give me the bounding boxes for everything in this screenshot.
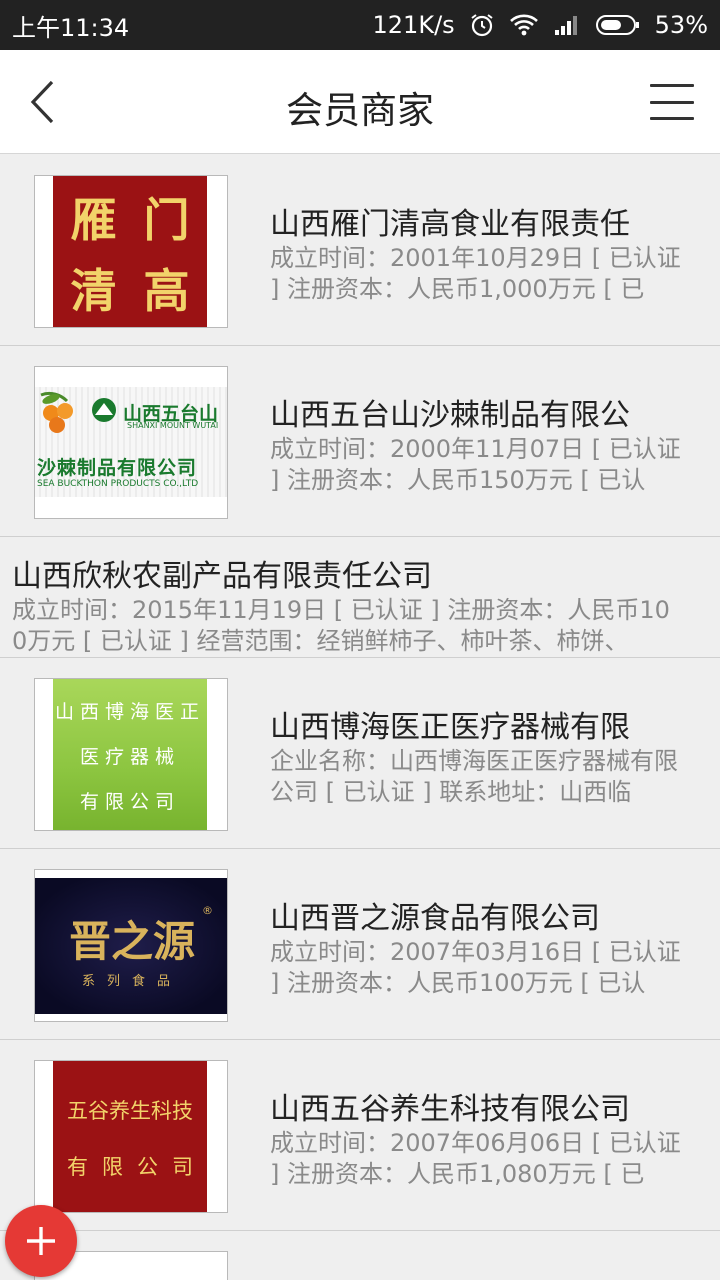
wutai-logo: 山西五台山 SHANXI MOUNT WUTAI 沙棘制品有限公司 SEA BU… <box>35 387 227 497</box>
merchant-logo: 雁 门 清 高 <box>34 175 228 328</box>
merchant-desc: 成立时间：2015年11月19日 [ 已认证 ] 注册资本：人民币100万元 [… <box>12 596 670 655</box>
page-title: 会员商家 <box>286 89 434 132</box>
merchant-name: 山西五台山沙棘制品有限公 <box>270 398 630 433</box>
hamburger-icon-bar <box>650 84 694 87</box>
fruit-icon <box>40 391 73 433</box>
bohai-logo: 山西博海医正 医疗器械 有限公司 <box>53 679 207 830</box>
merchant-list: 雁 门 清 高 山西雁门清高食业有限责任 成立时间：2001年10月29日 [ … <box>0 155 720 1280</box>
yanmen-logo: 雁 门 清 高 <box>53 176 207 327</box>
merchant-desc: 成立时间：2007年03月16日 [ 已认证 ] 注册资本：人民币100万元 [… <box>270 938 681 997</box>
status-time: 上午11:34 <box>12 13 130 42</box>
merchant-logo: 山西博海医正 医疗器械 有限公司 <box>34 678 228 831</box>
hamburger-icon-bar <box>650 117 694 120</box>
merchant-item[interactable]: 晋之源 ® 系列食品 山西晋之源食品有限公司 成立时间：2007年03月16日 … <box>0 849 720 1040</box>
battery-percent: 53% <box>654 11 708 39</box>
merchant-item-partial[interactable] <box>0 1231 720 1280</box>
merchant-item[interactable]: 山西博海医正 医疗器械 有限公司 山西博海医正医疗器械有限 企业名称：山西博海医… <box>0 658 720 849</box>
merchant-desc: 企业名称：山西博海医正医疗器械有限公司 [ 已认证 ] 联系地址：山西临 <box>270 747 678 806</box>
merchant-name: 山西欣秋农副产品有限责任公司 <box>12 559 432 594</box>
merchant-desc: 成立时间：2001年10月29日 [ 已认证 ] 注册资本：人民币1,000万元… <box>270 244 681 303</box>
merchant-logo: 五谷养生科技 有限公司 <box>34 1060 228 1213</box>
merchant-logo: 晋之源 ® 系列食品 <box>34 869 228 1022</box>
signal-icon <box>553 13 581 37</box>
status-bar: 上午11:34 121K/s 53% <box>0 0 720 50</box>
merchant-name: 山西五谷养生科技有限公司 <box>270 1092 630 1127</box>
status-icons: 121K/s 53% <box>373 11 708 39</box>
merchant-item[interactable]: 山西欣秋农副产品有限责任公司 成立时间：2015年11月19日 [ 已认证 ] … <box>0 537 720 658</box>
network-speed: 121K/s <box>372 11 455 39</box>
jinzhiyuan-logo: 晋之源 ® 系列食品 <box>35 878 227 1014</box>
merchant-desc: 成立时间：2007年06月06日 [ 已认证 ] 注册资本：人民币1,080万元… <box>270 1129 681 1188</box>
add-button[interactable] <box>5 1205 77 1277</box>
merchant-name: 山西雁门清高食业有限责任 <box>270 207 630 242</box>
plus-icon <box>27 1227 55 1255</box>
app-header: 会员商家 <box>0 50 720 154</box>
wugu-logo: 五谷养生科技 有限公司 <box>53 1061 207 1212</box>
merchant-logo: 山西五台山 SHANXI MOUNT WUTAI 沙棘制品有限公司 SEA BU… <box>34 366 228 519</box>
merchant-item[interactable]: 五谷养生科技 有限公司 山西五谷养生科技有限公司 成立时间：2007年06月06… <box>0 1040 720 1231</box>
merchant-item[interactable]: 雁 门 清 高 山西雁门清高食业有限责任 成立时间：2001年10月29日 [ … <box>0 155 720 346</box>
merchant-name: 山西晋之源食品有限公司 <box>270 901 600 936</box>
alarm-icon <box>469 12 495 38</box>
merchant-item[interactable]: 山西五台山 SHANXI MOUNT WUTAI 沙棘制品有限公司 SEA BU… <box>0 346 720 537</box>
battery-icon <box>595 13 641 37</box>
wifi-icon <box>509 13 539 37</box>
hamburger-icon-bar <box>650 100 694 104</box>
merchant-name: 山西博海医正医疗器械有限 <box>270 710 630 745</box>
wutai-emblem-icon <box>92 398 116 422</box>
menu-button[interactable] <box>650 84 694 120</box>
merchant-desc: 成立时间：2000年11月07日 [ 已认证 ] 注册资本：人民币150万元 [… <box>270 435 681 494</box>
